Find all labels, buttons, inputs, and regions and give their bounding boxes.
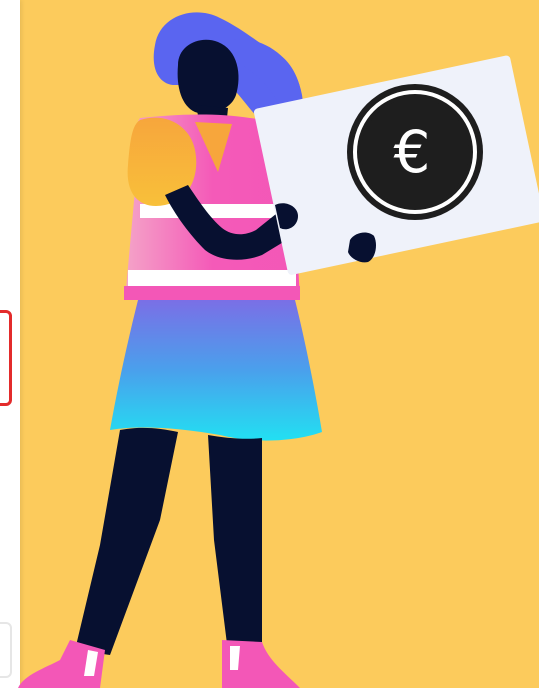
shirt-stripe-1 — [140, 204, 290, 218]
woman-holding-euro-card-illustration: € — [18, 12, 539, 688]
euro-icon: € — [394, 118, 431, 186]
euro-coin: € — [347, 84, 483, 220]
right-leg — [208, 435, 262, 652]
left-leg — [75, 427, 178, 655]
euro-symbol: € — [394, 118, 431, 186]
head — [177, 39, 239, 114]
shirt-hem — [124, 286, 300, 300]
shirt-stripe-2 — [128, 270, 296, 286]
skirt — [110, 300, 322, 441]
